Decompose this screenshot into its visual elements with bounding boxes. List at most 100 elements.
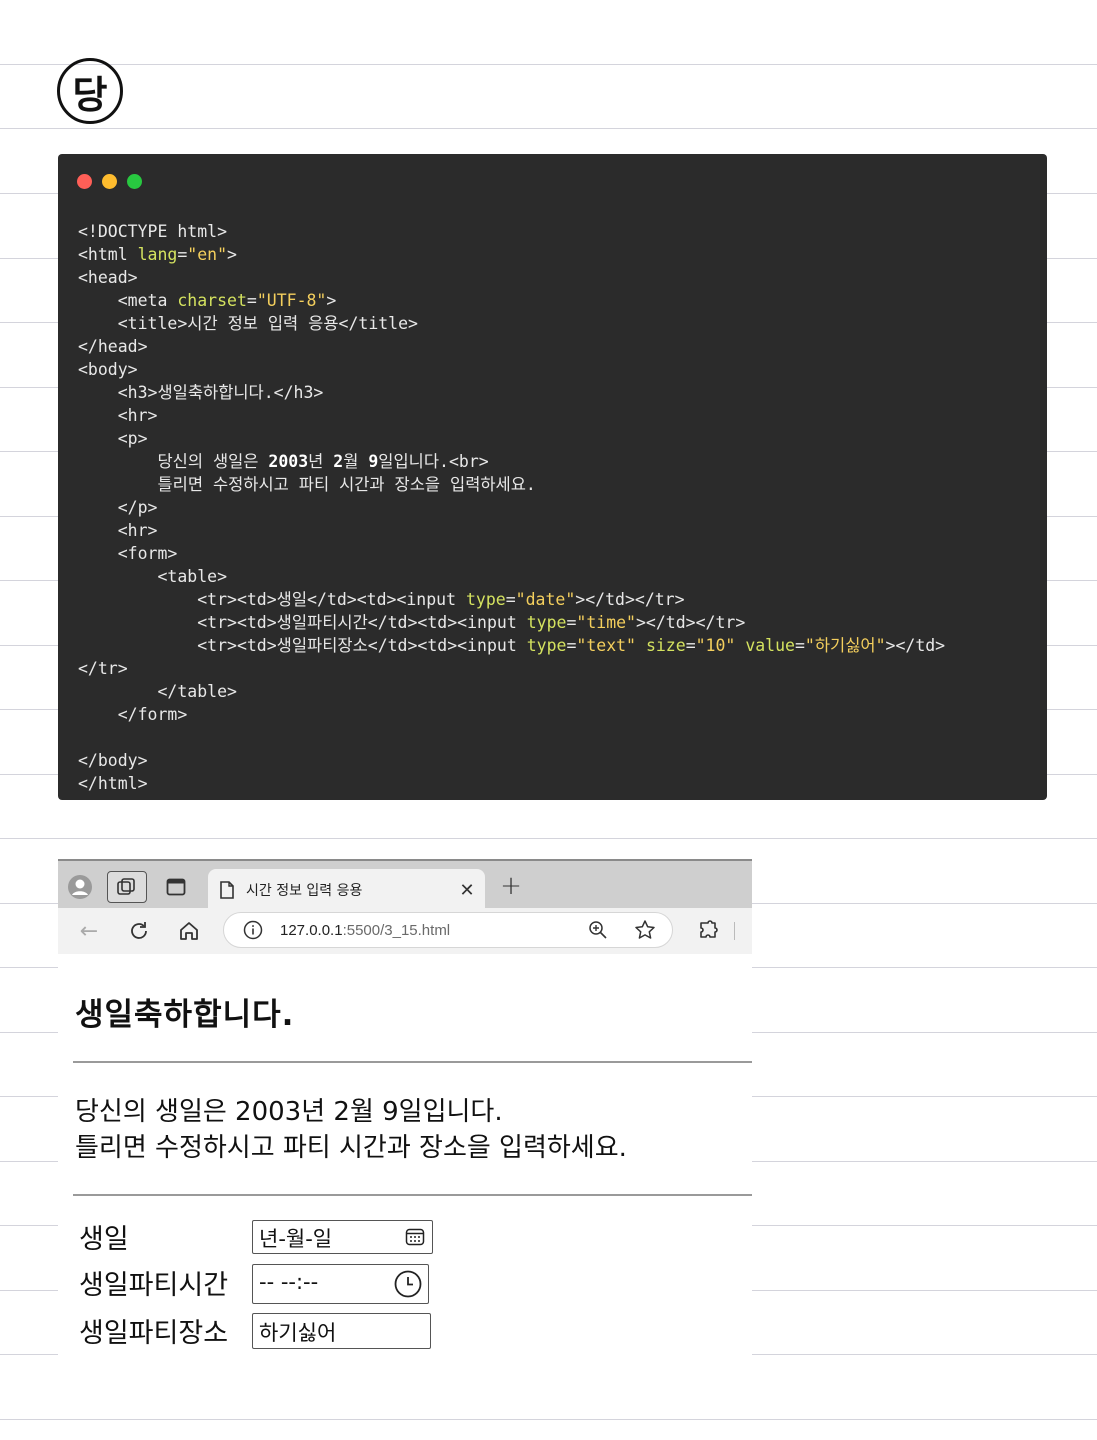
code-token: =: [246, 291, 257, 310]
rule-line: [0, 64, 1097, 65]
place-value: 하기싫어: [259, 1321, 337, 1345]
tab-active[interactable]: 시간 정보 입력 응용 ✕: [208, 869, 485, 910]
code-line: </form>: [78, 703, 945, 726]
code-token: =: [177, 245, 188, 264]
url-text: 127.0.0.1:5500/3_15.html: [280, 922, 450, 939]
code-token: "time": [576, 613, 636, 632]
code-token: "UTF-8": [256, 291, 327, 310]
code-token: <p>: [78, 429, 148, 448]
close-dot: [77, 174, 92, 189]
code-token: 9: [368, 452, 379, 471]
code-line: <hr>: [78, 519, 945, 542]
place-input[interactable]: 하기싫어: [252, 1313, 431, 1349]
code-token: <hr>: [78, 406, 158, 425]
paragraph: 당신의 생일은 2003년 2월 9일입니다. 틀리면 수정하시고 파티 시간과…: [75, 1094, 627, 1166]
code-token: </tr>: [78, 659, 128, 678]
code-token: <html: [78, 245, 138, 264]
code-token: 2: [333, 452, 344, 471]
code-token: 일입니다.<br>: [378, 452, 489, 471]
code-token: </html>: [78, 774, 148, 793]
code-token: type: [526, 613, 567, 632]
address-bar[interactable]: 127.0.0.1:5500/3_15.html: [223, 912, 673, 948]
code-token: =: [566, 613, 577, 632]
code-line: <meta charset="UTF-8">: [78, 289, 945, 312]
window-dots: [77, 174, 142, 189]
code-line: <tr><td>생일파티장소</td><td><input type="text…: [78, 634, 945, 657]
toolbar: ← 127.0.0.1:5500/3_15.html: [58, 908, 752, 954]
code-token: =: [566, 636, 577, 655]
profile-icon[interactable]: [66, 873, 94, 901]
code-token: 년: [308, 452, 334, 471]
code-line: 틀리면 수정하시고 파티 시간과 장소을 입력하세요.: [78, 473, 945, 496]
page-heading: 생일축하합니다.: [75, 997, 295, 1033]
extensions-icon[interactable]: [694, 918, 720, 944]
date-label: 생일: [79, 1224, 129, 1255]
code-token: </table>: [78, 682, 237, 701]
info-icon[interactable]: [242, 919, 264, 941]
star-icon[interactable]: [633, 918, 657, 942]
code-line: <head>: [78, 266, 945, 289]
time-placeholder: -- --:--: [259, 1270, 319, 1294]
code-token: =: [685, 636, 696, 655]
workspaces-icon[interactable]: [107, 871, 147, 903]
minimize-dot: [102, 174, 117, 189]
code-token: 틀리면 수정하시고 파티 시간과 장소을 입력하세요.: [78, 475, 536, 494]
rule-line: [0, 838, 1097, 839]
code-token: <tr><td>생일파티시간</td><td><input: [78, 613, 527, 632]
close-icon[interactable]: ✕: [456, 879, 478, 901]
zoom-icon[interactable]: [587, 919, 609, 941]
code-line: <form>: [78, 542, 945, 565]
back-icon[interactable]: ←: [76, 918, 102, 944]
new-tab-icon[interactable]: +: [498, 871, 524, 901]
refresh-icon[interactable]: [126, 918, 152, 944]
code-line: <table>: [78, 565, 945, 588]
code-token: >: [227, 245, 237, 264]
time-input[interactable]: -- --:--: [252, 1264, 429, 1304]
date-input[interactable]: 년-월-일: [252, 1220, 433, 1254]
code-line: <html lang="en">: [78, 243, 945, 266]
code-token: ></td></tr>: [636, 613, 746, 632]
code-token: <table>: [78, 567, 228, 586]
badge-glyph: 당: [72, 72, 108, 117]
code-token: <h3>생일축하합니다.</h3>: [78, 383, 324, 402]
home-icon[interactable]: [176, 918, 202, 944]
code-line: </body>: [78, 749, 945, 772]
code-token: </head>: [78, 337, 148, 356]
code-line: <p>: [78, 427, 945, 450]
tab-actions-icon[interactable]: [162, 875, 190, 899]
code-token: "text": [576, 636, 636, 655]
code-token: "date": [515, 590, 576, 609]
rule-line: [0, 128, 1097, 129]
date-placeholder: 년-월-일: [259, 1227, 333, 1251]
code-token: >: [326, 291, 337, 310]
code-token: <hr>: [78, 521, 158, 540]
paragraph-line-2: 틀리면 수정하시고 파티 시간과 장소을 입력하세요.: [75, 1133, 627, 1163]
code-token: 2003: [268, 452, 309, 471]
code-token: size: [645, 636, 686, 655]
code-window: <!DOCTYPE html> <html lang="en"> <head> <m…: [58, 154, 1047, 800]
code-token: <head>: [78, 268, 138, 287]
code-line: <hr>: [78, 404, 945, 427]
calendar-icon[interactable]: [405, 1227, 425, 1247]
code-token: </form>: [78, 705, 188, 724]
code-line: <body>: [78, 358, 945, 381]
code-line: </p>: [78, 496, 945, 519]
code-token: </p>: [78, 498, 158, 517]
maximize-dot: [127, 174, 142, 189]
browser-window: 시간 정보 입력 응용 ✕ + ← 127.0.0.1:5500/3_15.ht…: [58, 859, 752, 1374]
horizontal-rule: [73, 1194, 752, 1196]
horizontal-rule: [73, 1061, 752, 1063]
tab-title: 시간 정보 입력 응용: [246, 883, 363, 899]
url-host: 127.0.0.1: [280, 922, 343, 939]
code-token: ></td></tr>: [575, 590, 685, 609]
clock-icon[interactable]: [394, 1270, 422, 1298]
tab-bar: 시간 정보 입력 응용 ✕ +: [58, 859, 752, 910]
paragraph-line-1: 당신의 생일은 2003년 2월 9일입니다.: [75, 1097, 503, 1127]
code-token: "10": [695, 636, 736, 655]
code-token: "en": [187, 245, 228, 264]
code-line: </tr>: [78, 657, 945, 680]
code-token: <body>: [78, 360, 138, 379]
code-token: <!DOCTYPE html>: [78, 222, 228, 241]
page-content: 생일축하합니다. 당신의 생일은 2003년 2월 9일입니다. 틀리면 수정하…: [58, 954, 752, 1374]
